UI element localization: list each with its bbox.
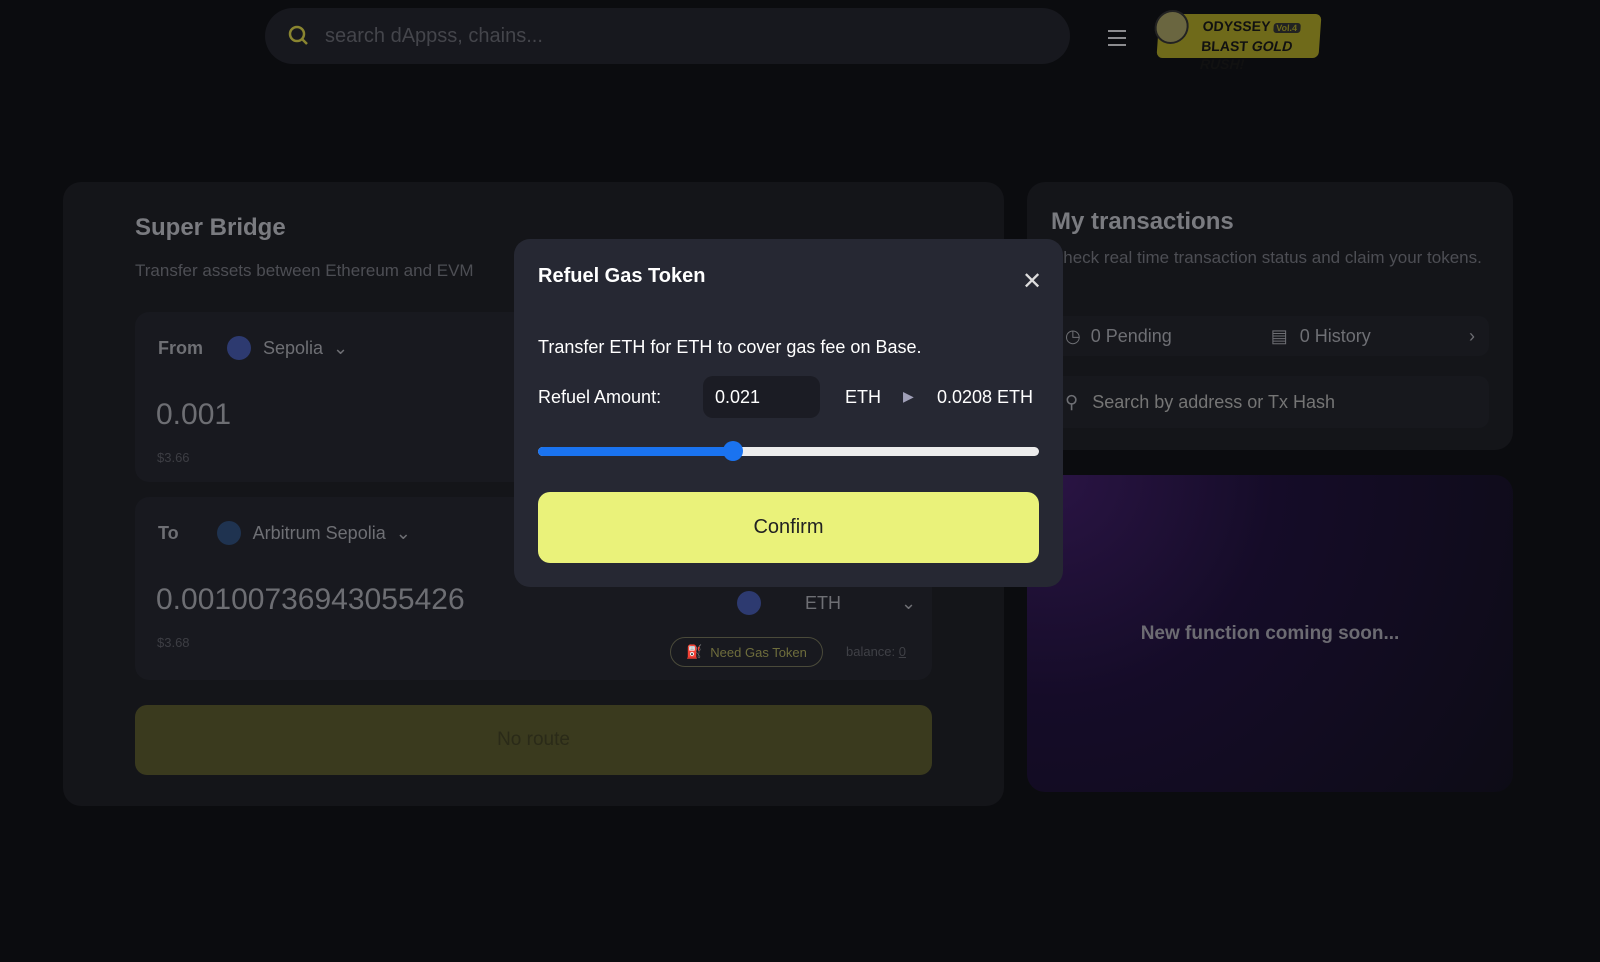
to-chain-select[interactable]: Arbitrum Sepolia ⌄ — [216, 521, 411, 545]
tx-search-input[interactable] — [1092, 391, 1473, 413]
gas-pump-icon: ⛽ — [686, 644, 703, 659]
token-select[interactable]: ETH ⌄ — [737, 591, 916, 615]
refuel-modal: Refuel Gas Token ✕ Transfer ETH for ETH … — [514, 239, 1063, 587]
transaction-tabs: ◷ 0 Pending ▤ 0 History › — [1051, 316, 1489, 356]
to-label: To — [158, 522, 179, 543]
slider-fill — [538, 447, 734, 456]
transactions-card: My transactions Check real time transact… — [1027, 182, 1513, 450]
search-bar[interactable] — [265, 8, 1070, 64]
eth-token-icon — [737, 591, 761, 615]
chevron-right-icon[interactable]: › — [1469, 326, 1475, 347]
amount-unit: ETH — [845, 387, 881, 407]
to-chain-name: Arbitrum Sepolia — [252, 522, 386, 543]
menu-icon[interactable] — [1108, 30, 1126, 51]
search-icon: ⚲ — [1065, 391, 1079, 412]
modal-title: Refuel Gas Token — [538, 265, 706, 287]
transactions-title: My transactions — [1051, 208, 1234, 235]
to-amount: 0.00100736943055426 — [156, 583, 465, 616]
from-chain-select[interactable]: Sepolia ⌄ — [227, 336, 348, 360]
from-label: From — [158, 337, 203, 358]
refuel-amount-input[interactable] — [703, 376, 820, 418]
clock-icon: ◷ — [1065, 325, 1081, 346]
to-usd: $3.68 — [157, 635, 190, 650]
tx-search[interactable]: ⚲ — [1051, 376, 1489, 428]
bridge-subtitle: Transfer assets between Ethereum and EVM — [135, 261, 474, 280]
from-usd: $3.66 — [157, 450, 190, 465]
coming-soon-card: New function coming soon... — [1027, 475, 1513, 792]
gold-bar-icon — [1153, 10, 1190, 44]
chevron-down-icon: ⌄ — [395, 522, 411, 543]
arbitrum-icon — [216, 521, 241, 545]
coming-soon-text: New function coming soon... — [1140, 623, 1400, 644]
odyssey-logo[interactable]: ODYSSEY Vol.4 BLAST GOLD RUSH! — [1153, 10, 1322, 72]
document-icon: ▤ — [1270, 325, 1288, 346]
search-icon — [288, 25, 308, 45]
receive-amount: 0.0208 ETH — [937, 387, 1034, 407]
from-amount[interactable]: 0.001 — [156, 398, 231, 432]
refuel-amount-label: Refuel Amount: — [538, 387, 662, 407]
slider-thumb[interactable] — [723, 441, 744, 461]
balance: balance: 0 — [846, 644, 906, 659]
need-gas-token-button[interactable]: ⛽ Need Gas Token — [670, 637, 823, 667]
chevron-down-icon: ⌄ — [901, 592, 917, 613]
balance-label: balance: — [846, 644, 896, 659]
play-arrow-icon: ▶ — [903, 388, 914, 404]
transactions-subtitle: Check real time transaction status and c… — [1051, 248, 1482, 267]
chevron-down-icon: ⌄ — [333, 337, 349, 358]
need-gas-token-label: Need Gas Token — [710, 644, 807, 660]
modal-description: Transfer ETH for ETH to cover gas fee on… — [538, 337, 922, 357]
pending-tab[interactable]: 0 Pending — [1091, 326, 1271, 347]
from-chain-name: Sepolia — [263, 337, 324, 358]
bridge-title: Super Bridge — [135, 214, 286, 241]
confirm-button[interactable]: Confirm — [538, 492, 1039, 563]
no-route-button[interactable]: No route — [135, 705, 932, 775]
close-icon[interactable]: ✕ — [1022, 267, 1042, 296]
balance-value[interactable]: 0 — [899, 644, 906, 659]
ethereum-icon — [227, 336, 251, 360]
refuel-slider[interactable] — [538, 441, 1039, 461]
history-tab[interactable]: 0 History — [1300, 326, 1469, 347]
token-name: ETH — [805, 592, 841, 613]
search-input[interactable] — [325, 24, 1005, 48]
